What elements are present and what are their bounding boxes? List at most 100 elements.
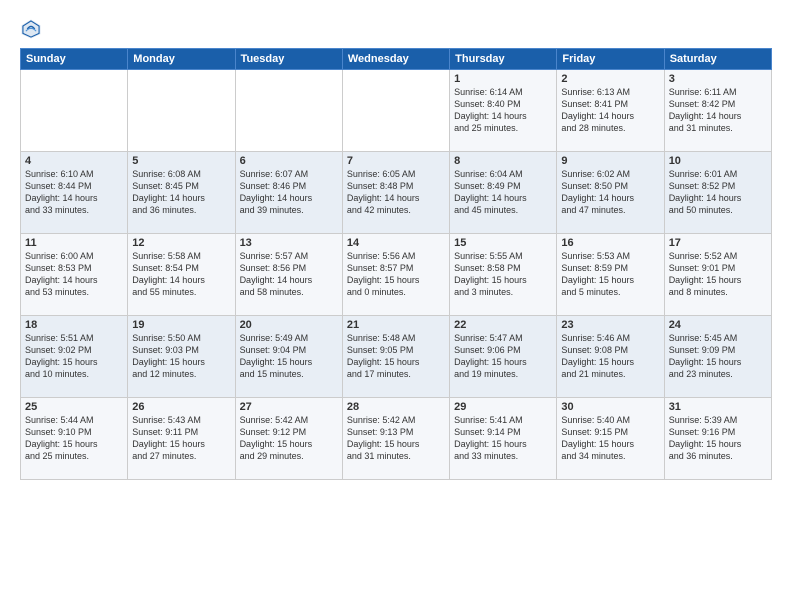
day-number: 5 [132,155,230,167]
day-number: 20 [240,319,338,331]
calendar-cell: 1Sunrise: 6:14 AM Sunset: 8:40 PM Daylig… [450,70,557,152]
day-info: Sunrise: 6:02 AM Sunset: 8:50 PM Dayligh… [561,168,659,217]
calendar-cell: 5Sunrise: 6:08 AM Sunset: 8:45 PM Daylig… [128,152,235,234]
day-number: 17 [669,237,767,249]
calendar-cell: 11Sunrise: 6:00 AM Sunset: 8:53 PM Dayli… [21,234,128,316]
calendar-cell: 3Sunrise: 6:11 AM Sunset: 8:42 PM Daylig… [664,70,771,152]
calendar-cell: 20Sunrise: 5:49 AM Sunset: 9:04 PM Dayli… [235,316,342,398]
day-info: Sunrise: 5:44 AM Sunset: 9:10 PM Dayligh… [25,414,123,463]
calendar-cell [342,70,449,152]
day-number: 9 [561,155,659,167]
day-info: Sunrise: 5:51 AM Sunset: 9:02 PM Dayligh… [25,332,123,381]
calendar-cell: 17Sunrise: 5:52 AM Sunset: 9:01 PM Dayli… [664,234,771,316]
calendar-cell: 19Sunrise: 5:50 AM Sunset: 9:03 PM Dayli… [128,316,235,398]
day-number: 23 [561,319,659,331]
day-number: 21 [347,319,445,331]
day-info: Sunrise: 5:53 AM Sunset: 8:59 PM Dayligh… [561,250,659,299]
calendar-cell: 25Sunrise: 5:44 AM Sunset: 9:10 PM Dayli… [21,398,128,480]
day-info: Sunrise: 6:01 AM Sunset: 8:52 PM Dayligh… [669,168,767,217]
calendar-cell: 21Sunrise: 5:48 AM Sunset: 9:05 PM Dayli… [342,316,449,398]
calendar-cell: 24Sunrise: 5:45 AM Sunset: 9:09 PM Dayli… [664,316,771,398]
calendar-cell: 29Sunrise: 5:41 AM Sunset: 9:14 PM Dayli… [450,398,557,480]
day-info: Sunrise: 6:10 AM Sunset: 8:44 PM Dayligh… [25,168,123,217]
calendar-cell [235,70,342,152]
day-info: Sunrise: 5:42 AM Sunset: 9:13 PM Dayligh… [347,414,445,463]
day-number: 12 [132,237,230,249]
header-day: Wednesday [342,49,449,70]
day-info: Sunrise: 5:47 AM Sunset: 9:06 PM Dayligh… [454,332,552,381]
calendar-cell: 14Sunrise: 5:56 AM Sunset: 8:57 PM Dayli… [342,234,449,316]
day-info: Sunrise: 5:50 AM Sunset: 9:03 PM Dayligh… [132,332,230,381]
day-info: Sunrise: 5:42 AM Sunset: 9:12 PM Dayligh… [240,414,338,463]
day-info: Sunrise: 6:11 AM Sunset: 8:42 PM Dayligh… [669,86,767,135]
day-info: Sunrise: 5:45 AM Sunset: 9:09 PM Dayligh… [669,332,767,381]
calendar-cell: 6Sunrise: 6:07 AM Sunset: 8:46 PM Daylig… [235,152,342,234]
day-info: Sunrise: 5:57 AM Sunset: 8:56 PM Dayligh… [240,250,338,299]
day-info: Sunrise: 6:05 AM Sunset: 8:48 PM Dayligh… [347,168,445,217]
day-number: 28 [347,401,445,413]
day-info: Sunrise: 6:00 AM Sunset: 8:53 PM Dayligh… [25,250,123,299]
day-number: 7 [347,155,445,167]
day-info: Sunrise: 5:48 AM Sunset: 9:05 PM Dayligh… [347,332,445,381]
day-info: Sunrise: 6:13 AM Sunset: 8:41 PM Dayligh… [561,86,659,135]
day-info: Sunrise: 5:49 AM Sunset: 9:04 PM Dayligh… [240,332,338,381]
day-number: 2 [561,73,659,85]
day-number: 1 [454,73,552,85]
day-number: 29 [454,401,552,413]
logo [20,16,46,40]
calendar-cell: 28Sunrise: 5:42 AM Sunset: 9:13 PM Dayli… [342,398,449,480]
day-number: 19 [132,319,230,331]
calendar-cell: 7Sunrise: 6:05 AM Sunset: 8:48 PM Daylig… [342,152,449,234]
calendar: SundayMondayTuesdayWednesdayThursdayFrid… [20,48,772,480]
day-number: 16 [561,237,659,249]
day-number: 6 [240,155,338,167]
day-number: 10 [669,155,767,167]
calendar-week: 18Sunrise: 5:51 AM Sunset: 9:02 PM Dayli… [21,316,772,398]
day-info: Sunrise: 5:55 AM Sunset: 8:58 PM Dayligh… [454,250,552,299]
day-number: 13 [240,237,338,249]
calendar-cell: 15Sunrise: 5:55 AM Sunset: 8:58 PM Dayli… [450,234,557,316]
day-info: Sunrise: 5:46 AM Sunset: 9:08 PM Dayligh… [561,332,659,381]
calendar-cell: 27Sunrise: 5:42 AM Sunset: 9:12 PM Dayli… [235,398,342,480]
day-info: Sunrise: 5:43 AM Sunset: 9:11 PM Dayligh… [132,414,230,463]
day-info: Sunrise: 5:52 AM Sunset: 9:01 PM Dayligh… [669,250,767,299]
header-day: Sunday [21,49,128,70]
day-number: 24 [669,319,767,331]
logo-icon [20,18,42,40]
page: SundayMondayTuesdayWednesdayThursdayFrid… [0,0,792,612]
day-number: 30 [561,401,659,413]
calendar-week: 11Sunrise: 6:00 AM Sunset: 8:53 PM Dayli… [21,234,772,316]
day-number: 3 [669,73,767,85]
day-number: 25 [25,401,123,413]
day-info: Sunrise: 6:04 AM Sunset: 8:49 PM Dayligh… [454,168,552,217]
day-number: 18 [25,319,123,331]
calendar-cell [21,70,128,152]
day-info: Sunrise: 5:58 AM Sunset: 8:54 PM Dayligh… [132,250,230,299]
day-number: 14 [347,237,445,249]
day-number: 11 [25,237,123,249]
header-day: Friday [557,49,664,70]
header-day: Saturday [664,49,771,70]
calendar-week: 4Sunrise: 6:10 AM Sunset: 8:44 PM Daylig… [21,152,772,234]
calendar-week: 25Sunrise: 5:44 AM Sunset: 9:10 PM Dayli… [21,398,772,480]
calendar-cell: 12Sunrise: 5:58 AM Sunset: 8:54 PM Dayli… [128,234,235,316]
header-day: Tuesday [235,49,342,70]
calendar-cell: 16Sunrise: 5:53 AM Sunset: 8:59 PM Dayli… [557,234,664,316]
calendar-cell: 31Sunrise: 5:39 AM Sunset: 9:16 PM Dayli… [664,398,771,480]
day-info: Sunrise: 6:08 AM Sunset: 8:45 PM Dayligh… [132,168,230,217]
calendar-header: SundayMondayTuesdayWednesdayThursdayFrid… [21,49,772,70]
header-row: SundayMondayTuesdayWednesdayThursdayFrid… [21,49,772,70]
day-info: Sunrise: 5:39 AM Sunset: 9:16 PM Dayligh… [669,414,767,463]
calendar-cell: 8Sunrise: 6:04 AM Sunset: 8:49 PM Daylig… [450,152,557,234]
header-day: Monday [128,49,235,70]
calendar-cell: 22Sunrise: 5:47 AM Sunset: 9:06 PM Dayli… [450,316,557,398]
day-info: Sunrise: 6:14 AM Sunset: 8:40 PM Dayligh… [454,86,552,135]
day-number: 26 [132,401,230,413]
day-number: 27 [240,401,338,413]
calendar-week: 1Sunrise: 6:14 AM Sunset: 8:40 PM Daylig… [21,70,772,152]
calendar-cell: 18Sunrise: 5:51 AM Sunset: 9:02 PM Dayli… [21,316,128,398]
header [20,16,772,40]
calendar-cell [128,70,235,152]
calendar-cell: 2Sunrise: 6:13 AM Sunset: 8:41 PM Daylig… [557,70,664,152]
header-day: Thursday [450,49,557,70]
